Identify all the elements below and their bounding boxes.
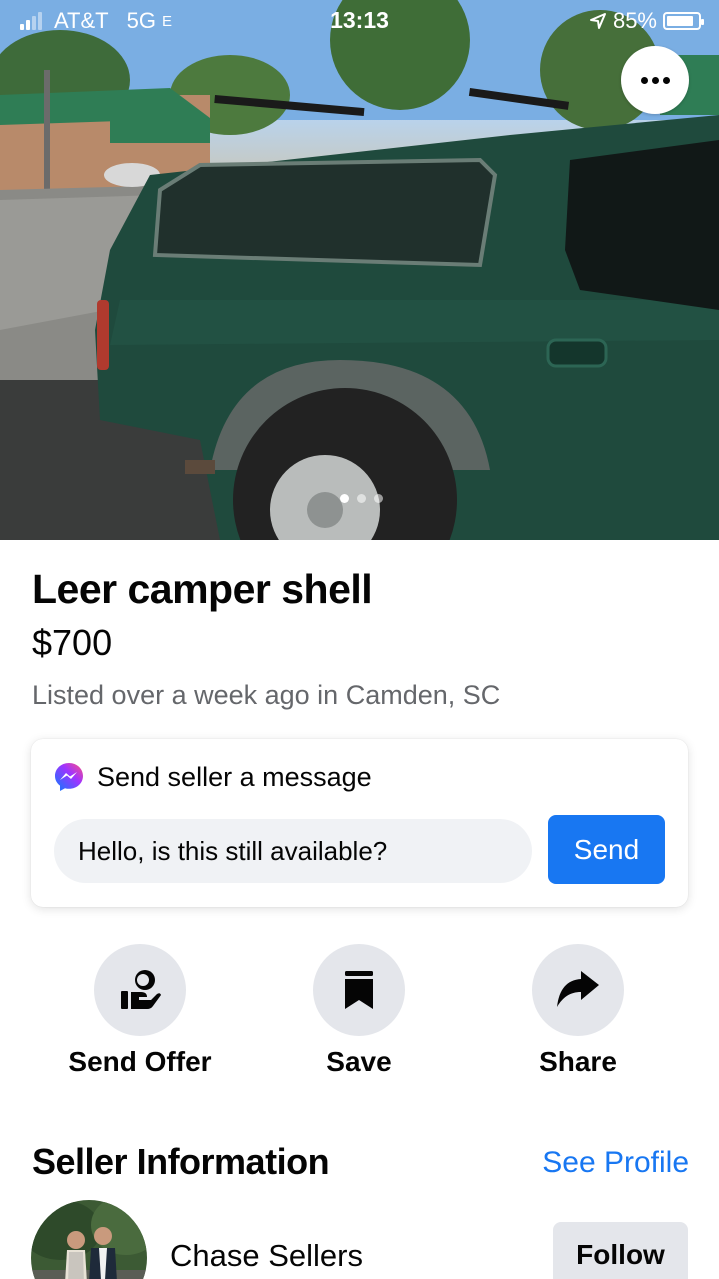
share-button[interactable]: Share	[478, 944, 678, 1078]
listing-meta: Listed over a week ago in Camden, SC	[32, 680, 501, 710]
follow-button[interactable]: Follow	[553, 1222, 688, 1279]
listing-title: Leer camper shell	[32, 566, 373, 612]
seller-name[interactable]: Chase Sellers	[170, 1238, 363, 1274]
truck-photo	[0, 0, 719, 540]
listing-price: $700	[32, 622, 113, 663]
listing-photo[interactable]: AT&T 5G E 13:13 85%	[0, 0, 719, 540]
share-arrow-icon	[557, 971, 599, 1007]
share-circle[interactable]	[532, 944, 624, 1036]
send-button[interactable]: Send	[548, 815, 665, 884]
seller-section-title: Seller Information	[32, 1141, 330, 1182]
seller-avatar[interactable]	[31, 1200, 147, 1279]
status-right: 85%	[589, 8, 704, 34]
pagination-dot	[374, 494, 383, 503]
save-label: Save	[326, 1046, 392, 1077]
status-bar: AT&T 5G E 13:13 85%	[0, 0, 719, 40]
more-horizontal-icon	[640, 76, 648, 84]
photo-pagination	[340, 494, 383, 503]
message-card-header: Send seller a message	[53, 761, 372, 793]
send-message-card: Send seller a message Hello, is this sti…	[31, 739, 688, 907]
share-label: Share	[539, 1046, 617, 1077]
messenger-icon	[55, 763, 83, 791]
battery-fill	[667, 16, 693, 26]
send-offer-circle[interactable]	[94, 944, 186, 1036]
pagination-dot	[340, 494, 349, 503]
seller-photo	[31, 1200, 147, 1279]
battery-percent: 85%	[612, 8, 657, 33]
message-card-heading: Send seller a message	[97, 761, 372, 792]
pagination-dot	[357, 494, 366, 503]
location-icon	[589, 13, 606, 29]
save-button[interactable]: Save	[259, 944, 459, 1078]
battery-icon	[663, 12, 704, 30]
save-circle[interactable]	[313, 944, 405, 1036]
message-input[interactable]: Hello, is this still available?	[54, 819, 532, 883]
offer-hand-icon	[121, 970, 161, 1009]
send-offer-label: Send Offer	[68, 1046, 212, 1077]
send-offer-button[interactable]: Send Offer	[40, 944, 240, 1078]
see-profile-link[interactable]: See Profile	[542, 1146, 689, 1180]
more-options-button[interactable]	[621, 46, 689, 114]
bookmark-icon	[345, 971, 373, 1009]
